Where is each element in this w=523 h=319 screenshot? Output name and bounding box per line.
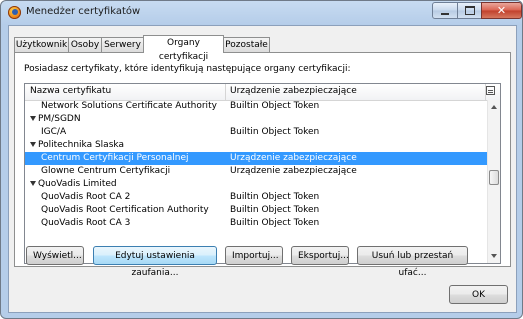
group-name: PM/SGDN: [30, 113, 81, 126]
expand-arrow-icon[interactable]: [30, 116, 36, 121]
window-title: Menedżer certyfikatów: [26, 6, 141, 17]
cert-name: QuoVadis Root CA 2: [41, 192, 131, 202]
cert-name: Network Solutions Certificate Authority: [41, 101, 217, 111]
vertical-scrollbar[interactable]: [487, 100, 500, 263]
certificate-tree[interactable]: Nazwa certyfikatu Urządzenie zabezpiecza…: [24, 83, 501, 264]
cert-device: Urządzenie zabezpieczające: [230, 166, 357, 176]
cert-name: Glowne Centrum Certyfikacji: [41, 166, 171, 176]
table-row[interactable]: Network Solutions Certificate Authority …: [25, 100, 487, 113]
group-row[interactable]: QuoVadis Limited: [25, 178, 487, 191]
tree-rows: Network Solutions Certificate Authority …: [25, 100, 487, 262]
cert-device: Builtin Object Token: [230, 101, 320, 111]
group-name: QuoVadis Limited: [30, 178, 117, 191]
cert-device: Builtin Object Token: [230, 127, 320, 137]
cert-device: Builtin Object Token: [230, 192, 320, 202]
firefox-app-icon: [8, 6, 21, 19]
table-row[interactable]: QuoVadis Root CA 2 Builtin Object Token: [25, 191, 487, 204]
tab-servers[interactable]: Serwery: [101, 37, 144, 52]
column-separator[interactable]: [225, 84, 226, 100]
table-row[interactable]: QuoVadis Root CA 3 Builtin Object Token: [25, 217, 487, 230]
tree-header: Nazwa certyfikatu Urządzenie zabezpiecza…: [25, 84, 500, 101]
title-bar[interactable]: Menedżer certyfikatów ✕: [1, 1, 522, 25]
minimize-button[interactable]: [432, 2, 458, 19]
group-name: Politechnika Slaska: [30, 139, 124, 152]
scrollbar-thumb[interactable]: [489, 170, 499, 185]
expand-arrow-icon[interactable]: [30, 142, 36, 147]
tab-user[interactable]: Użytkownik: [14, 37, 69, 52]
close-button[interactable]: ✕: [481, 2, 522, 19]
cert-device: Builtin Object Token: [230, 218, 320, 228]
minimize-icon: [441, 12, 449, 15]
maximize-button[interactable]: [457, 2, 482, 19]
panel-description: Posiadasz certyfikaty, które identyfikuj…: [24, 64, 351, 74]
authorities-tab-panel: Posiadasz certyfikaty, które identyfikuj…: [14, 52, 511, 267]
maximize-icon: [464, 6, 475, 15]
column-header-name[interactable]: Nazwa certyfikatu: [30, 86, 111, 96]
cert-device: Urządzenie zabezpieczające: [230, 153, 357, 163]
table-row[interactable]: IGC/A Builtin Object Token: [25, 126, 487, 139]
certificate-manager-window: Menedżer certyfikatów ✕ Użytkownik Osoby…: [0, 0, 523, 319]
export-button[interactable]: Eksportuj...: [291, 246, 349, 265]
tab-others[interactable]: Pozostałe: [223, 37, 270, 52]
table-row-selected[interactable]: Centrum Certyfikacji Personalnej Urządze…: [25, 152, 487, 165]
edit-trust-button[interactable]: Edytuj ustawienia zaufania...: [93, 246, 217, 278]
scroll-down-button[interactable]: [488, 249, 500, 263]
cert-name: QuoVadis Root CA 3: [41, 218, 131, 228]
tab-authorities[interactable]: Organy certyfikacji: [143, 35, 224, 62]
group-label: Politechnika Slaska: [38, 140, 124, 150]
table-row[interactable]: Glowne Centrum Certyfikacji Urządzenie z…: [25, 165, 487, 178]
table-row[interactable]: QuoVadis Root Certification Authority Bu…: [25, 204, 487, 217]
cert-device: Builtin Object Token: [230, 205, 320, 215]
dialog-client-area: Użytkownik Osoby Serwery Organy certyfik…: [8, 25, 517, 313]
view-button[interactable]: Wyświetl...: [26, 246, 84, 265]
tab-people[interactable]: Osoby: [68, 37, 102, 52]
cert-name: QuoVadis Root Certification Authority: [41, 205, 209, 215]
cert-name: IGC/A: [41, 127, 67, 137]
arrow-down-icon: [491, 254, 497, 258]
ok-button[interactable]: OK: [449, 285, 508, 304]
close-icon: ✕: [496, 4, 507, 17]
scroll-up-button[interactable]: [488, 100, 500, 114]
cert-name: Centrum Certyfikacji Personalnej: [41, 153, 189, 163]
delete-distrust-button[interactable]: Usuń lub przestań ufać...: [357, 246, 468, 278]
column-header-device[interactable]: Urządzenie zabezpieczające: [230, 86, 357, 96]
arrow-up-icon: [491, 105, 497, 109]
group-label: PM/SGDN: [38, 114, 81, 124]
expand-arrow-icon[interactable]: [30, 181, 36, 186]
group-label: QuoVadis Limited: [38, 179, 117, 189]
column-picker-icon[interactable]: [486, 86, 495, 95]
group-row[interactable]: PM/SGDN: [25, 113, 487, 126]
group-row[interactable]: Politechnika Slaska: [25, 139, 487, 152]
import-button[interactable]: Importuj...: [225, 246, 283, 265]
